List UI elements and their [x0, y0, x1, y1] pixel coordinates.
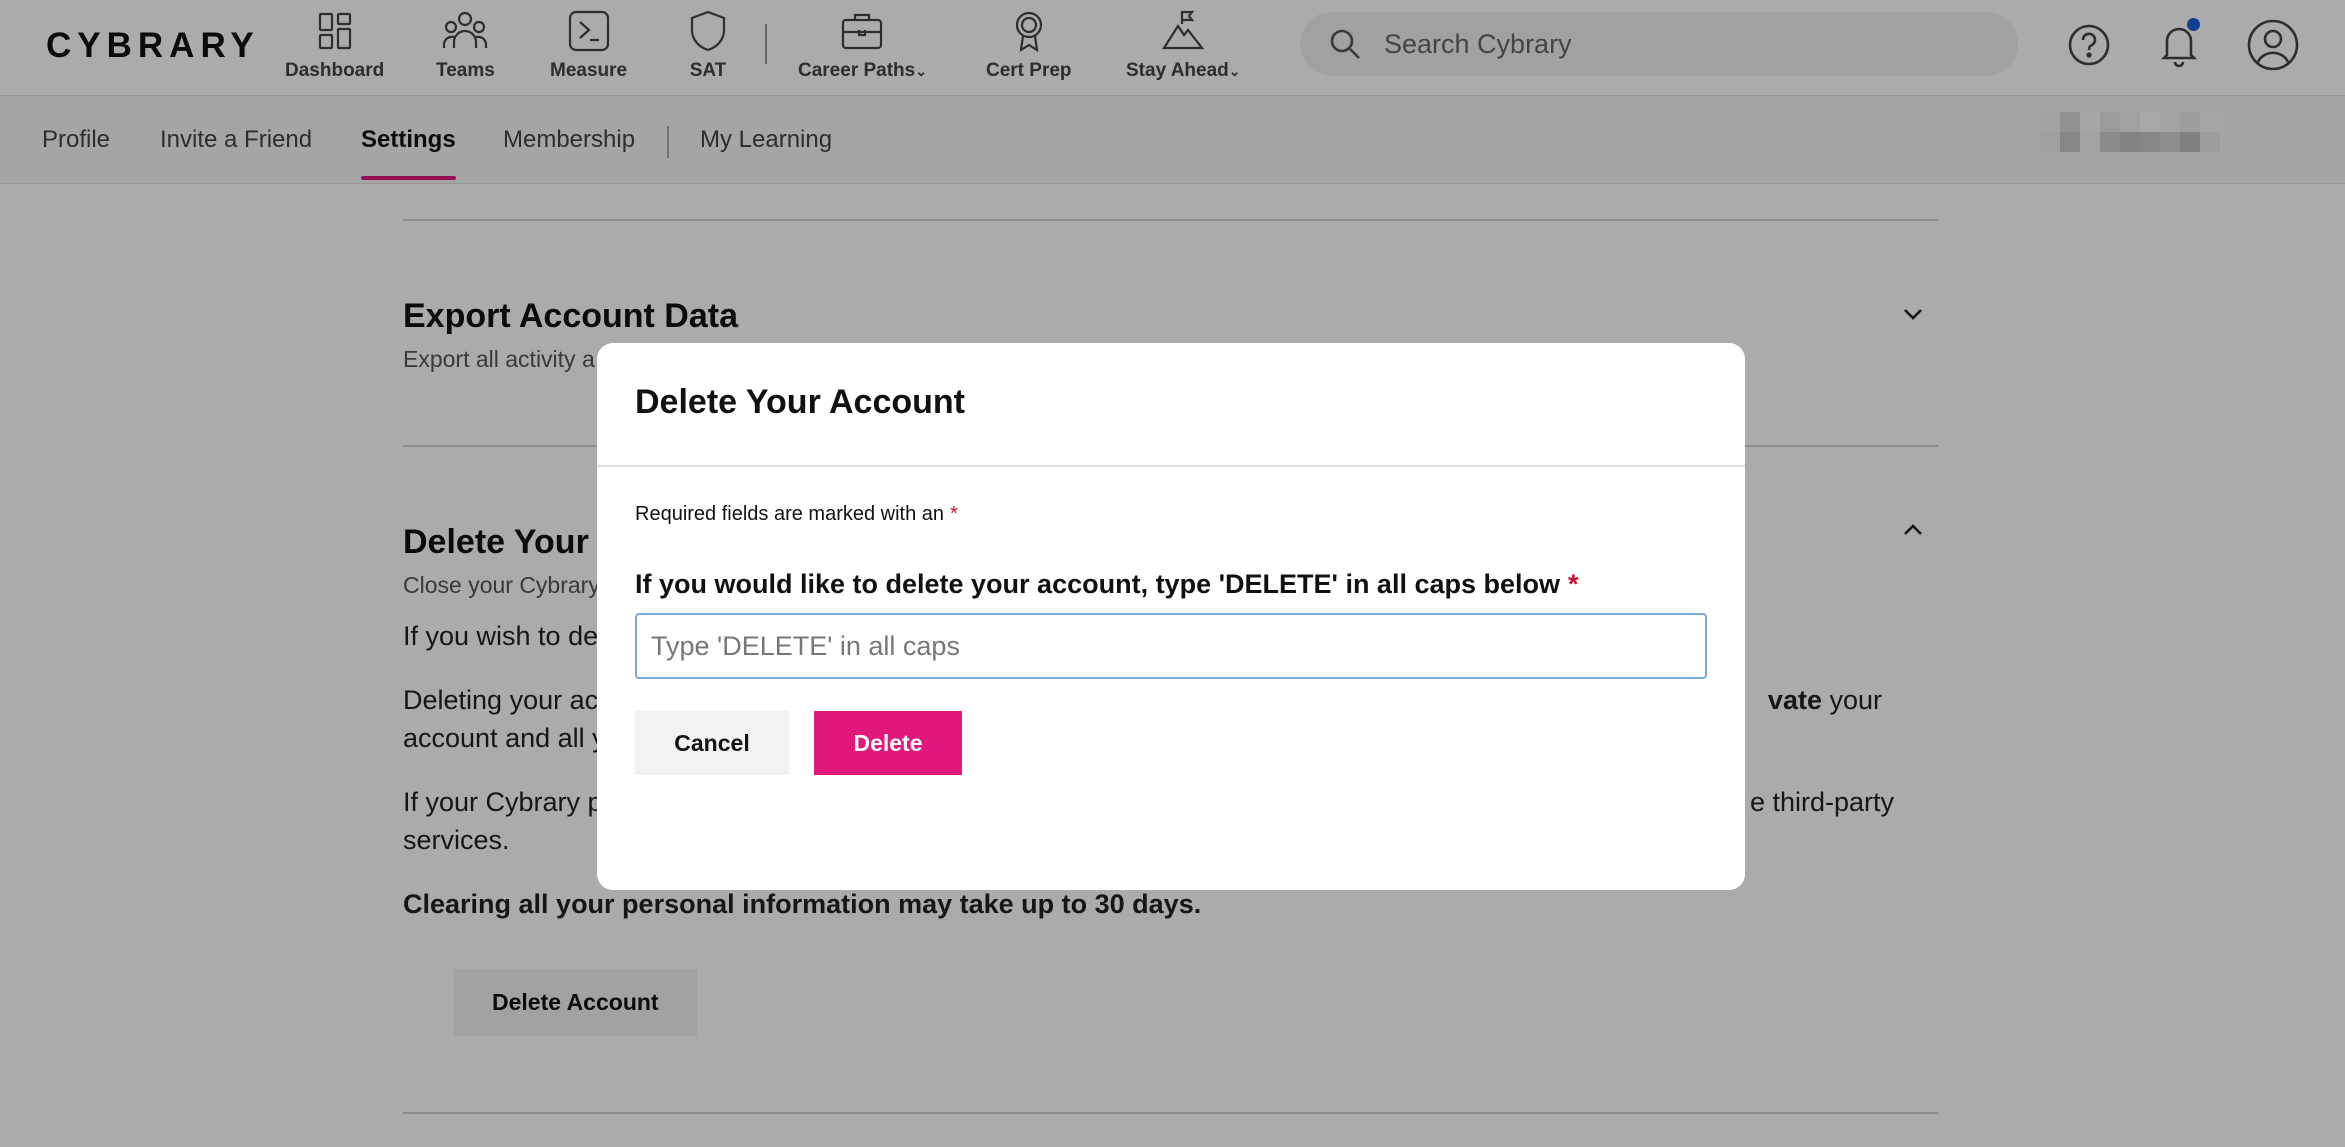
cancel-button[interactable]: Cancel [635, 711, 789, 775]
delete-account-dialog: Delete Your Account Required fields are … [597, 343, 1745, 890]
required-asterisk: * [950, 503, 958, 525]
dialog-title: Delete Your Account [635, 383, 965, 421]
delete-confirm-input[interactable] [635, 613, 1707, 679]
required-asterisk: * [1568, 569, 1579, 599]
confirm-field-label: If you would like to delete your account… [635, 569, 1579, 599]
confirm-delete-button[interactable]: Delete [814, 711, 962, 775]
dialog-divider [597, 465, 1745, 467]
required-fields-note: Required fields are marked with an * [635, 503, 958, 525]
